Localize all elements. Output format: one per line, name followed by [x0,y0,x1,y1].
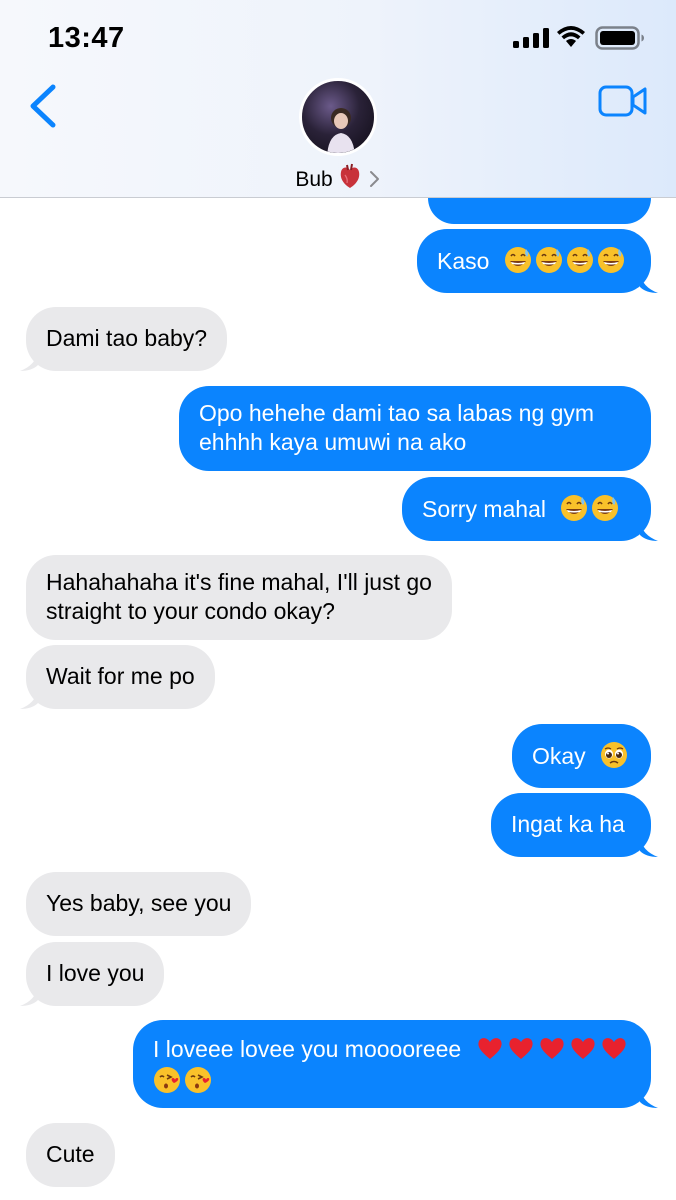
status-bar: 13:47 [0,0,676,80]
red-heart-emoji [601,1038,626,1059]
anatomical-heart-icon [340,163,359,188]
contact-name: Bub [295,168,333,191]
avatar-photo [327,108,355,153]
grinning-sweat-emoji [561,495,588,521]
cellular-signal-icon [513,28,549,48]
message-bubble-outgoing[interactable]: Opo hehehe dami tao sa labas ng gym ehhh… [179,386,651,471]
message-text: Kaso [437,248,490,274]
bubble-tail [20,351,38,371]
status-time: 13:47 [48,22,125,54]
conversation-header: 13:47 Bub [0,0,676,198]
message-bubble-incoming[interactable]: Wait for me po [26,645,215,709]
message-bubble-incoming[interactable]: Hahahahaha it's fine mahal, I'll just go… [26,555,452,640]
message-bubble-incoming[interactable]: Cute [26,1123,115,1187]
kissing-heart-emoji [185,1067,211,1093]
message-text-line: Opo hehehe dami tao sa labas ng gym [199,400,595,426]
contact-name-button[interactable]: Bub [0,163,676,192]
message-text: I loveee lovee you mooooreee [153,1036,462,1062]
bubble-tail [20,689,38,709]
grinning-sweat-emoji [592,495,619,521]
message-text: Wait for me po [46,663,195,689]
message-bubble-outgoing[interactable]: Sorry mahal [402,477,651,541]
message-text: Yes baby, see you [46,890,232,916]
message-text: Sorry mahal [422,496,546,522]
message-text-line: straight to your condo okay? [46,598,335,624]
grinning-sweat-emoji [504,247,531,273]
bubble-tail [640,521,658,541]
message-text: Okay [532,743,586,769]
contact-avatar[interactable] [299,78,377,156]
back-chevron-icon[interactable] [26,82,62,130]
message-text-line [153,1066,631,1096]
message-text-line: Hahahahaha it's fine mahal, I'll just go [46,569,432,595]
video-camera-icon[interactable] [598,84,648,118]
message-bubble-outgoing[interactable]: I loveee lovee you mooooreee [133,1020,651,1108]
kissing-heart-emoji [154,1067,180,1093]
message-bubble-incoming[interactable]: Yes baby, see you [26,872,252,936]
battery-icon [595,26,644,50]
message-bubble-outgoing[interactable]: Ingat ka ha [491,793,651,857]
red-heart-emoji [539,1038,564,1059]
red-heart-emoji [477,1038,502,1059]
grinning-sweat-emoji [535,247,562,273]
bubble-tail [20,986,38,1006]
message-text: Dami tao baby? [46,325,208,351]
pleading-face-emoji [601,742,628,768]
grinning-sweat-emoji [597,247,624,273]
message-text: Cute [46,1141,95,1167]
message-bubble-incoming[interactable]: I love you [26,942,165,1006]
grinning-sweat-emoji [566,247,593,273]
bubble-tail [640,1088,658,1108]
message-text-line: ehhhh kaya umuwi na ako [199,429,467,455]
bubble-tail [640,273,658,293]
message-text: Ingat ka ha [511,811,625,837]
bubble-tail [640,837,658,857]
message-bubble-outgoing[interactable]: Kaso [417,229,651,293]
message-bubble-incoming[interactable]: Dami tao baby? [26,307,228,371]
message-bubble-outgoing[interactable]: Okay [512,724,651,788]
red-heart-emoji [570,1038,595,1059]
red-heart-emoji [508,1038,533,1059]
message-text: I love you [46,960,145,986]
chevron-right-icon [369,171,379,187]
message-text-line: I loveee lovee you mooooreee [153,1034,631,1064]
wifi-icon [557,26,585,47]
